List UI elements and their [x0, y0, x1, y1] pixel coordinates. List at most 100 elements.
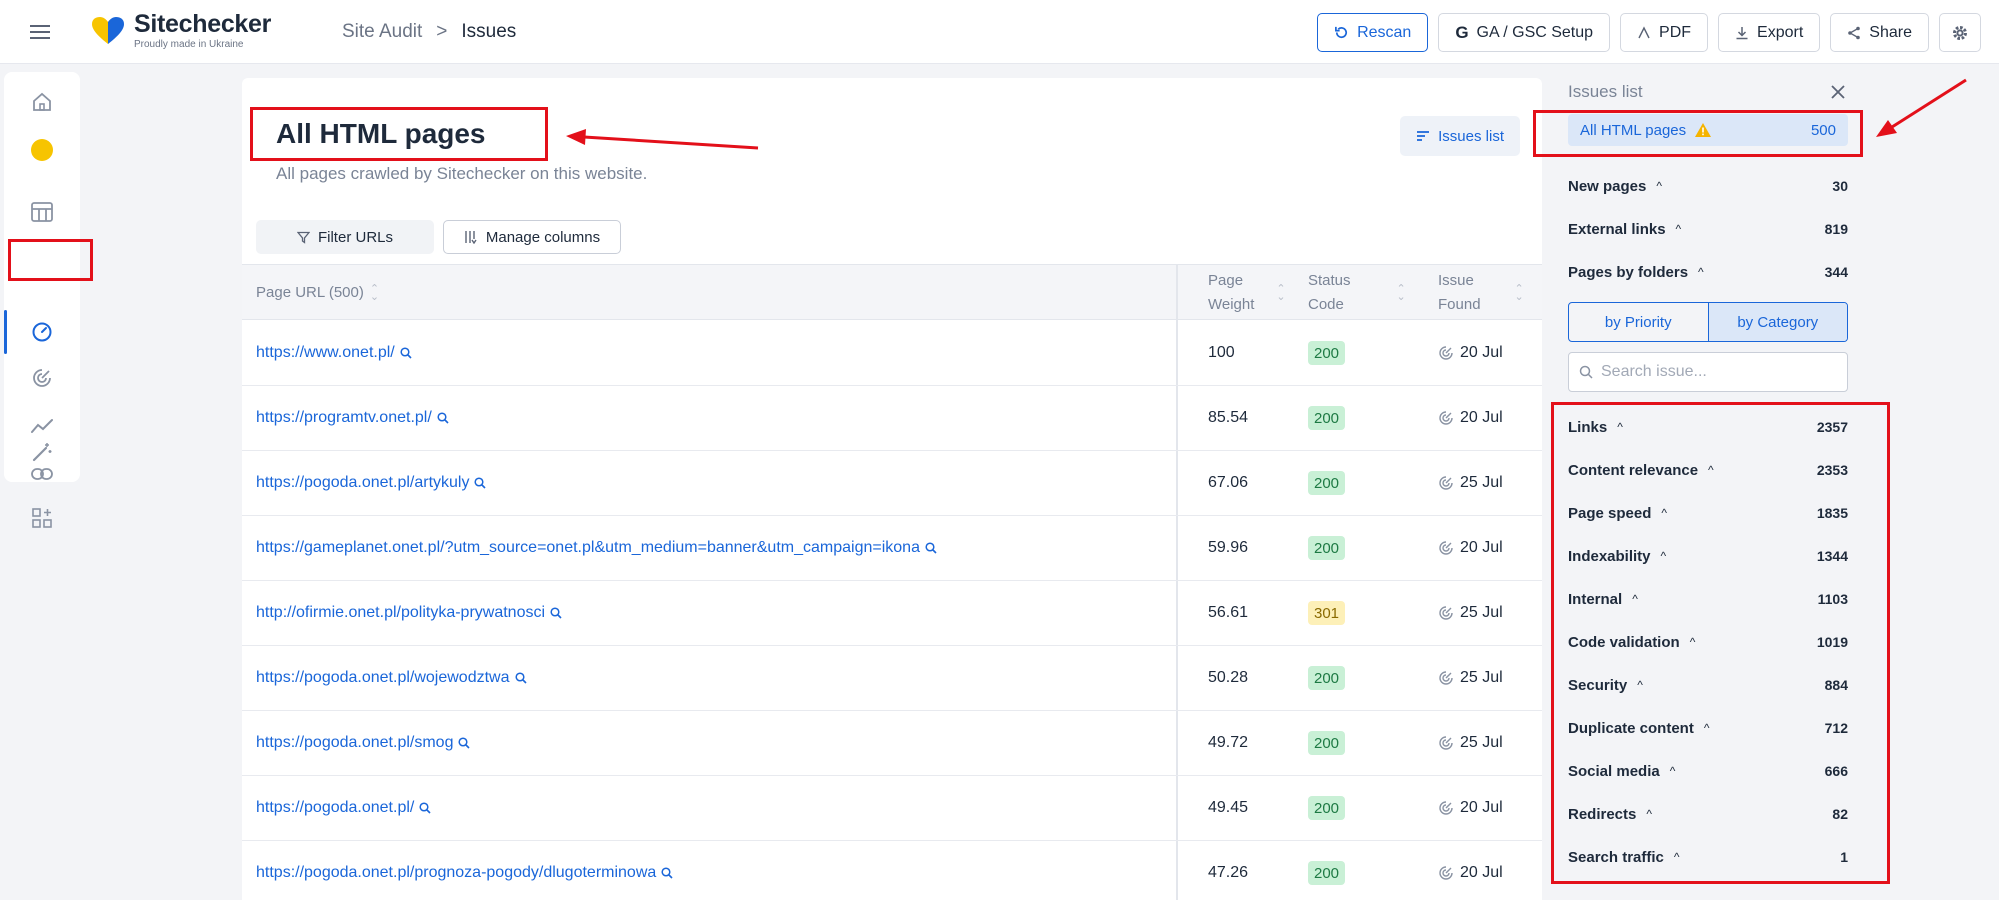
category-item[interactable]: Social media ^ 666: [1568, 759, 1848, 783]
chevron-up-icon[interactable]: ^: [1674, 850, 1680, 864]
page-weight: 47.26: [1208, 864, 1249, 881]
chevron-up-icon[interactable]: ^: [1656, 179, 1662, 193]
tab-by-category[interactable]: by Category: [1707, 303, 1847, 341]
all-html-pages-count: 500: [1810, 121, 1836, 139]
category-item[interactable]: Indexability ^ 1344: [1568, 544, 1848, 568]
status-badge: 200: [1308, 731, 1346, 755]
chevron-up-icon[interactable]: ^: [1661, 549, 1667, 563]
hamburger-menu-icon[interactable]: [24, 20, 56, 44]
chevron-up-icon[interactable]: ^: [1676, 222, 1682, 236]
chevron-up-icon[interactable]: ^: [1698, 265, 1704, 279]
search-icon[interactable]: [474, 477, 487, 489]
table-row: http://ofirmie.onet.pl/polityka-prywatno…: [242, 581, 1542, 646]
breadcrumb-separator: >: [436, 21, 448, 42]
issue-found: 20 Jul: [1438, 776, 1503, 840]
filter-urls-button[interactable]: Filter URLs: [256, 220, 434, 254]
search-icon[interactable]: [661, 867, 673, 879]
app-logo[interactable]: Sitechecker Proudly made in Ukraine: [90, 12, 271, 50]
category-item[interactable]: Security ^ 884: [1568, 673, 1848, 697]
search-icon[interactable]: [550, 607, 562, 619]
page-url-link[interactable]: http://ofirmie.onet.pl/polityka-prywatno…: [256, 581, 562, 645]
page-url-link[interactable]: https://www.onet.pl/: [256, 321, 412, 385]
site-audit-gauge-icon[interactable]: [22, 312, 62, 352]
export-label: Export: [1757, 23, 1804, 41]
breadcrumb-current: Issues: [461, 21, 517, 42]
radar-icon: [1439, 346, 1453, 360]
project-avatar-icon[interactable]: [22, 130, 62, 170]
issue-found: 25 Jul: [1438, 711, 1503, 775]
search-icon[interactable]: [458, 737, 471, 749]
page-url-link[interactable]: https://pogoda.onet.pl/: [256, 776, 431, 840]
chevron-up-icon[interactable]: ^: [1632, 592, 1638, 606]
issues-list-button[interactable]: Issues list: [1400, 116, 1520, 156]
share-label: Share: [1869, 23, 1912, 41]
export-button[interactable]: Export: [1718, 13, 1821, 52]
magic-wand-icon[interactable]: [22, 432, 62, 472]
status-badge: 200: [1308, 406, 1346, 430]
manage-columns-button[interactable]: Manage columns: [443, 220, 621, 254]
page-url-link[interactable]: https://pogoda.onet.pl/artykuly: [256, 451, 487, 515]
chevron-up-icon[interactable]: ^: [1670, 764, 1676, 778]
category-item[interactable]: Redirects ^ 82: [1568, 802, 1848, 826]
category-item[interactable]: Search traffic ^ 1: [1568, 845, 1848, 869]
category-item[interactable]: Links ^ 2357: [1568, 415, 1848, 439]
breadcrumb-site-audit[interactable]: Site Audit: [342, 21, 422, 43]
page-weight: 56.61: [1208, 604, 1249, 621]
settings-button[interactable]: [1939, 13, 1981, 52]
page-url-link[interactable]: https://pogoda.onet.pl/smog: [256, 711, 471, 775]
chevron-up-icon[interactable]: ^: [1617, 420, 1623, 434]
dashboard-table-icon[interactable]: [22, 192, 62, 232]
issue-found: 20 Jul: [1438, 516, 1503, 580]
column-status-code[interactable]: Status Code ⌃ ⌄: [1308, 265, 1406, 321]
summary-item[interactable]: Pages by folders ^ 344: [1568, 260, 1848, 284]
search-icon[interactable]: [419, 802, 431, 814]
breadcrumb: Site Audit > Issues: [342, 21, 516, 43]
chevron-up-icon[interactable]: ^: [1708, 463, 1714, 477]
close-icon[interactable]: [1828, 82, 1848, 102]
search-issue-input[interactable]: [1601, 363, 1831, 381]
chevron-up-icon[interactable]: ^: [1661, 506, 1667, 520]
category-item[interactable]: Duplicate content ^ 712: [1568, 716, 1848, 740]
sort-lines-icon: [1417, 131, 1430, 141]
radar-icon: [1439, 671, 1453, 685]
chevron-up-icon[interactable]: ^: [1637, 678, 1643, 692]
category-item[interactable]: Internal ^ 1103: [1568, 587, 1848, 611]
page-url-link[interactable]: https://pogoda.onet.pl/prognoza-pogody/d…: [256, 841, 673, 900]
home-icon[interactable]: [22, 82, 62, 122]
monitoring-radar-icon[interactable]: [22, 358, 62, 398]
issue-found: 20 Jul: [1438, 841, 1503, 900]
panel-title: Issues list: [1568, 82, 1643, 101]
page-url-link[interactable]: https://programtv.onet.pl/: [256, 386, 449, 450]
share-button[interactable]: Share: [1830, 13, 1929, 52]
category-item[interactable]: Content relevance ^ 2353: [1568, 458, 1848, 482]
sort-icon: ⌃ ⌄: [1276, 283, 1286, 303]
page-url-link[interactable]: https://pogoda.onet.pl/wojewodztwa: [256, 646, 527, 710]
rescan-button[interactable]: Rescan: [1317, 13, 1429, 52]
app-tagline: Proudly made in Ukraine: [134, 39, 244, 50]
column-issue-found[interactable]: Issue Found ⌃ ⌄: [1438, 265, 1524, 321]
apps-grid-icon[interactable]: [22, 498, 62, 538]
search-icon[interactable]: [400, 347, 412, 359]
chevron-up-icon[interactable]: ^: [1704, 721, 1710, 735]
summary-item[interactable]: New pages ^ 30: [1568, 174, 1848, 198]
column-page-weight[interactable]: Page Weight ⌃ ⌄: [1208, 265, 1286, 321]
category-item[interactable]: Code validation ^ 1019: [1568, 630, 1848, 654]
table-row: https://pogoda.onet.pl/artykuly 67.06 200 2…: [242, 451, 1542, 516]
pdf-button[interactable]: PDF: [1620, 13, 1709, 52]
gear-icon: [1953, 25, 1967, 40]
status-badge: 301: [1308, 601, 1346, 625]
filter-icon: [296, 231, 310, 244]
summary-item[interactable]: External links ^ 819: [1568, 217, 1848, 241]
tab-by-priority[interactable]: by Priority: [1569, 303, 1708, 341]
all-html-pages-item[interactable]: All HTML pages 500: [1568, 114, 1848, 146]
table-row: https://gameplanet.onet.pl/?utm_source=o…: [242, 516, 1542, 581]
search-icon[interactable]: [925, 542, 937, 554]
chevron-up-icon[interactable]: ^: [1646, 807, 1652, 821]
chevron-up-icon[interactable]: ^: [1690, 635, 1696, 649]
search-icon[interactable]: [437, 412, 449, 424]
search-icon[interactable]: [514, 672, 527, 684]
ga-gsc-setup-button[interactable]: G GA / GSC Setup: [1438, 13, 1611, 52]
column-page-url[interactable]: Page URL (500) ⌃ ⌄: [256, 265, 379, 321]
page-url-link[interactable]: https://gameplanet.onet.pl/?utm_source=o…: [256, 516, 937, 580]
category-item[interactable]: Page speed ^ 1835: [1568, 501, 1848, 525]
